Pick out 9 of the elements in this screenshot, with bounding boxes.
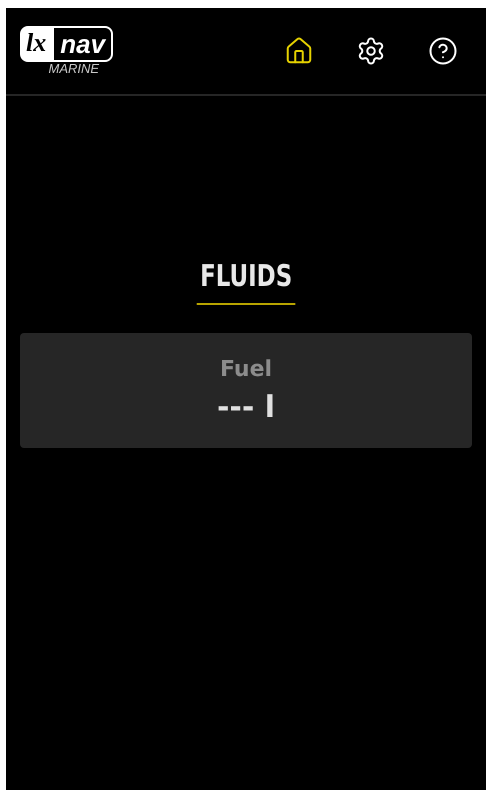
settings-icon [356, 36, 386, 66]
page-title: FLUIDS [196, 259, 296, 305]
help-icon [428, 36, 458, 66]
logo-mark: lx [20, 26, 52, 62]
tank-name: Fuel [220, 356, 272, 384]
logo-name: nav [52, 26, 114, 62]
tank-value: --- l [216, 390, 276, 426]
home-icon [284, 36, 314, 66]
logo-subtitle: MARINE [48, 62, 100, 76]
